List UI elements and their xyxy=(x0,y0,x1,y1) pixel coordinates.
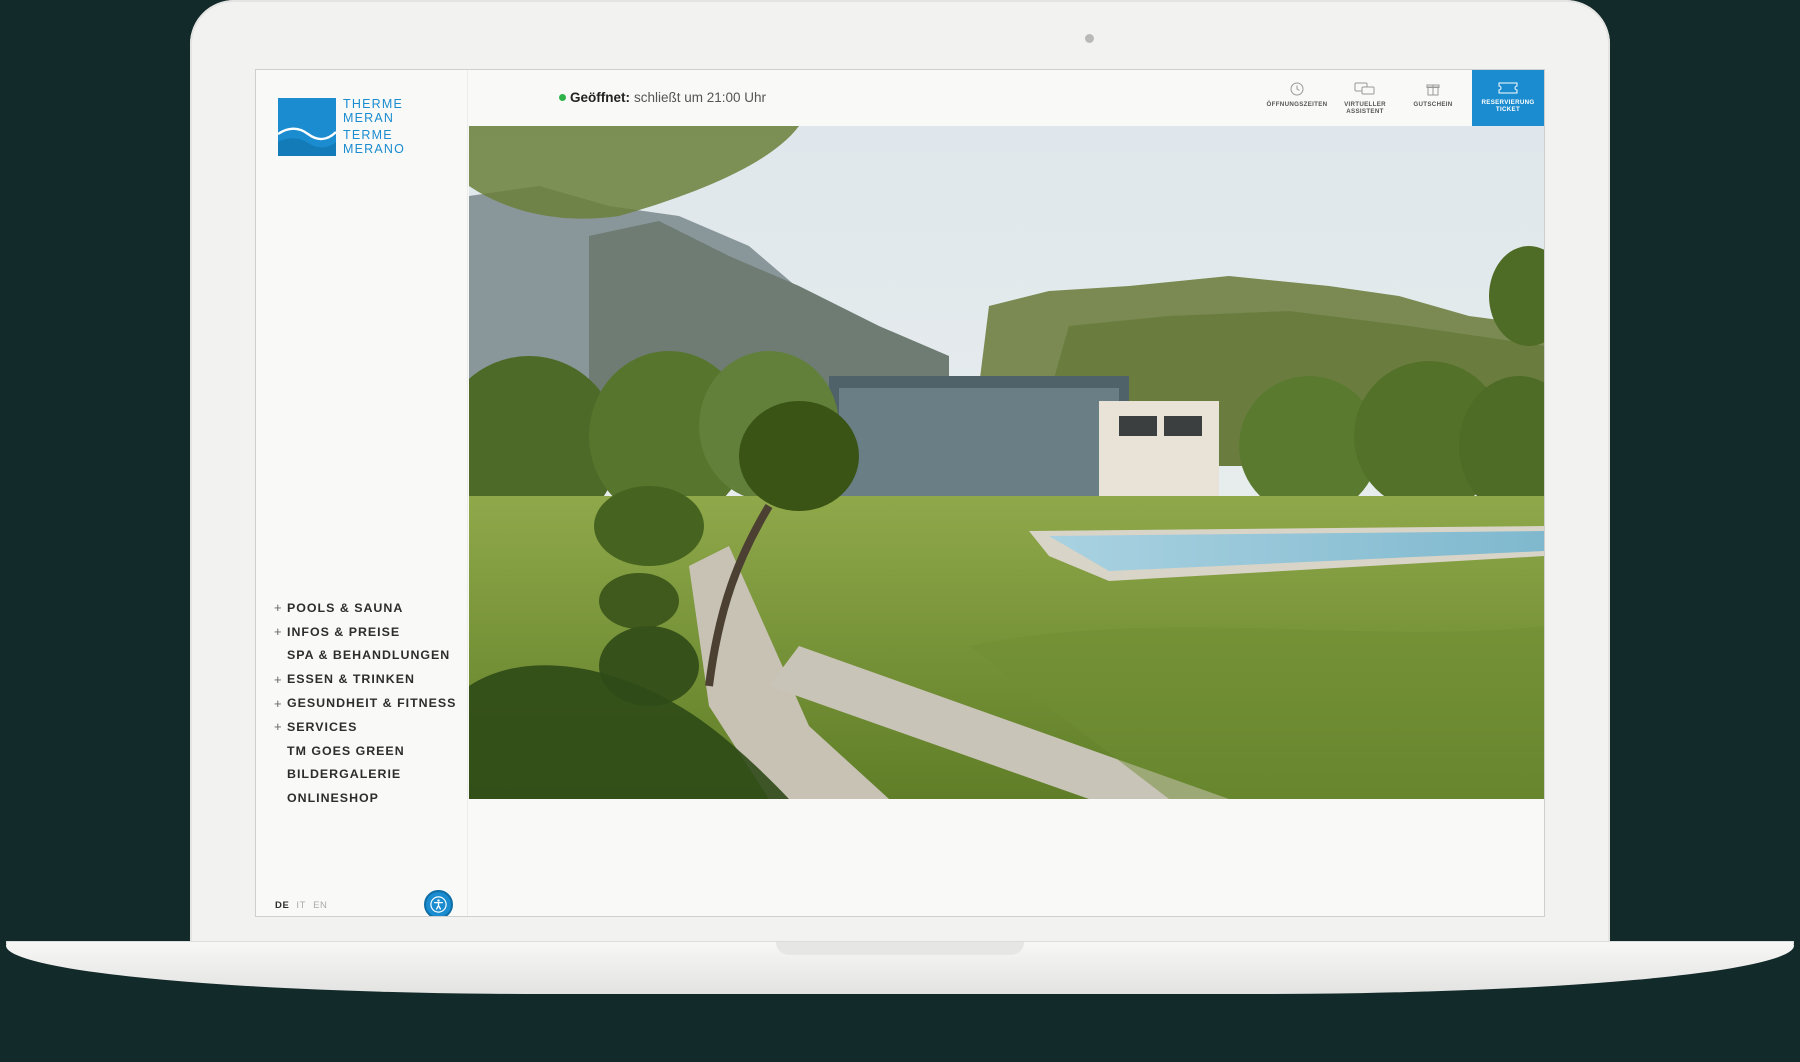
nav-item-label: ESSEN & TRINKEN xyxy=(287,672,415,687)
brand-line-1: THERME xyxy=(343,97,403,111)
nav-item-pools-sauna[interactable]: + POOLS & SAUNA xyxy=(274,596,456,620)
sidebar: THERME MERAN TERME MERANO + POOLS & SAUNA… xyxy=(256,70,468,916)
brand-line-4: MERANO xyxy=(343,141,406,156)
lang-de[interactable]: DE xyxy=(275,900,289,911)
virtual-assistant-label: VIRTUELLER ASSISTENT xyxy=(1344,101,1386,115)
nav-item-label: GESUNDHEIT & FITNESS xyxy=(287,696,457,711)
plus-icon: + xyxy=(274,719,283,735)
open-status-dot xyxy=(559,94,566,101)
status-text: schließt um 21:00 Uhr xyxy=(634,90,767,105)
clock-icon xyxy=(1290,82,1304,96)
opening-status: Geöffnet: schließt um 21:00 Uhr xyxy=(559,90,766,105)
lang-en[interactable]: EN xyxy=(313,900,327,911)
nav-item-onlineshop[interactable]: ONLINESHOP xyxy=(274,786,456,810)
brand-line-3: TERME xyxy=(343,128,393,142)
nav-item-label: INFOS & PREISE xyxy=(287,624,401,639)
nav-item-bildergalerie[interactable]: BILDERGALERIE xyxy=(274,763,456,787)
nav-item-gesundheit-fitness[interactable]: + GESUNDHEIT & FITNESS xyxy=(274,691,456,715)
brand-line-2: MERAN xyxy=(343,110,395,125)
ticket-icon xyxy=(1498,82,1518,94)
laptop-notch xyxy=(776,942,1024,955)
nav-item-tm-goes-green[interactable]: TM GOES GREEN xyxy=(274,739,456,763)
hero-image xyxy=(469,126,1544,799)
voucher-button[interactable]: GUTSCHEIN xyxy=(1399,70,1467,126)
nav-item-label: POOLS & SAUNA xyxy=(287,600,404,615)
accessibility-button[interactable] xyxy=(424,890,453,916)
nav-item-label: SERVICES xyxy=(287,719,358,734)
lang-it[interactable]: IT xyxy=(296,900,306,911)
language-switcher: DE IT EN xyxy=(275,900,327,911)
brand-logo[interactable]: THERME MERAN TERME MERANO xyxy=(278,97,406,156)
reservation-ticket-button[interactable]: RESERVIERUNG TICKET xyxy=(1472,70,1544,126)
chat-icon xyxy=(1354,82,1375,95)
nav-item-label: SPA & BEHANDLUNGEN xyxy=(287,648,451,663)
main-navigation: + POOLS & SAUNA + INFOS & PREISE SPA & BEH… xyxy=(274,596,456,810)
nav-item-services[interactable]: + SERVICES xyxy=(274,715,456,739)
opening-hours-label: ÖFFNUNGSZEITEN xyxy=(1266,101,1328,108)
wave-logo-icon xyxy=(278,98,336,156)
plus-icon: + xyxy=(274,624,283,640)
nav-item-label: TM GOES GREEN xyxy=(287,743,405,758)
voucher-label: GUTSCHEIN xyxy=(1413,101,1453,108)
opening-hours-button[interactable]: ÖFFNUNGSZEITEN xyxy=(1263,70,1331,126)
nav-item-infos-preise[interactable]: + INFOS & PREISE xyxy=(274,620,456,644)
accessibility-icon xyxy=(430,896,447,913)
gift-icon xyxy=(1426,84,1440,96)
nav-item-essen-trinken[interactable]: + ESSEN & TRINKEN xyxy=(274,667,456,691)
reservation-ticket-label: RESERVIERUNG TICKET xyxy=(1481,99,1535,113)
nav-item-spa-behandlungen[interactable]: SPA & BEHANDLUNGEN xyxy=(274,644,456,668)
nav-item-label: ONLINESHOP xyxy=(287,791,379,806)
top-actions: ÖFFNUNGSZEITEN VIRTUELLER ASSISTENT GUTS… xyxy=(1263,70,1544,126)
browser-screen: THERME MERAN TERME MERANO + POOLS & SAUNA… xyxy=(255,69,1545,917)
plus-icon: + xyxy=(274,600,283,616)
status-label: Geöffnet: xyxy=(570,90,630,105)
virtual-assistant-button[interactable]: VIRTUELLER ASSISTENT xyxy=(1331,70,1399,126)
nav-item-label: BILDERGALERIE xyxy=(287,767,402,782)
camera-dot xyxy=(1085,34,1094,43)
brand-wordmark: THERME MERAN TERME MERANO xyxy=(343,97,406,156)
plus-icon: + xyxy=(274,671,283,687)
plus-icon: + xyxy=(274,695,283,711)
